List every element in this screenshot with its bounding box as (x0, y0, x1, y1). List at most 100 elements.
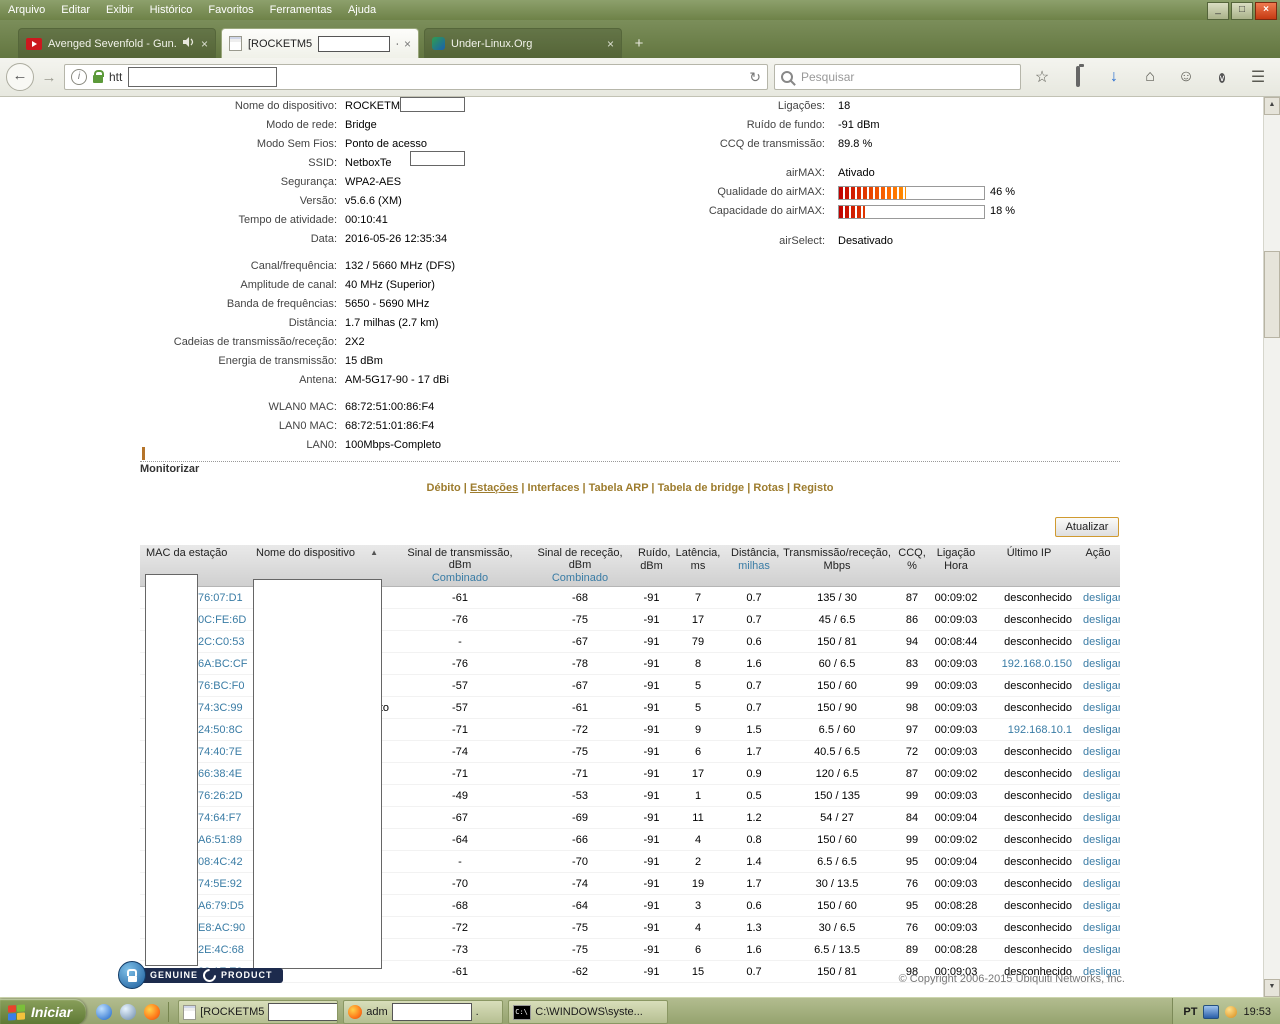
search-input[interactable] (799, 69, 1014, 85)
reload-icon[interactable]: ↻ (749, 69, 761, 86)
menu-item-histrico[interactable]: Histórico (142, 4, 201, 16)
downloads-icon[interactable]: ↓ (1099, 68, 1129, 86)
column-header[interactable]: LigaçãoHora (930, 545, 982, 587)
station-mac-link[interactable]: 24:50:8C (198, 724, 243, 736)
column-header[interactable]: Transmissão/receção,Mbps (780, 545, 894, 587)
tab-audio-icon[interactable] (182, 36, 195, 51)
new-tab-button[interactable]: + (627, 32, 651, 56)
language-indicator[interactable]: PT (1183, 1006, 1197, 1018)
monitor-link-registo[interactable]: Registo (793, 482, 833, 494)
disconnect-link[interactable]: desligar (1083, 702, 1120, 714)
menu-item-exibir[interactable]: Exibir (98, 4, 142, 16)
monitor-link-tabeladebridge[interactable]: Tabela de bridge (658, 482, 745, 494)
vertical-scrollbar[interactable]: ▲ ▼ (1263, 97, 1280, 997)
pocket-icon[interactable]: ∨ (1207, 68, 1237, 86)
column-header[interactable]: Distância,milhas (728, 545, 780, 587)
restore-button[interactable]: □ (1231, 2, 1253, 20)
station-mac-link[interactable]: 0C:FE:6D (198, 614, 246, 626)
quick-launch-orb-icon[interactable] (96, 1004, 112, 1020)
home-icon[interactable]: ⌂ (1135, 68, 1165, 86)
minimize-button[interactable]: _ (1207, 2, 1229, 20)
station-mac-link[interactable]: 2C:C0:53 (198, 636, 244, 648)
refresh-button[interactable]: Atualizar (1055, 517, 1119, 537)
station-mac-link[interactable]: 2E:4C:68 (198, 944, 244, 956)
station-mac-link[interactable]: 76:07:D1 (198, 592, 243, 604)
tray-display-icon[interactable] (1203, 1005, 1219, 1019)
tray-status-icon[interactable] (1225, 1006, 1237, 1018)
disconnect-link[interactable]: desligar (1083, 724, 1120, 736)
lock-icon[interactable] (93, 75, 103, 83)
scrollbar-thumb[interactable] (1264, 251, 1280, 338)
station-mac-link[interactable]: 08:4C:42 (198, 856, 243, 868)
station-mac-link[interactable]: 74:40:7E (198, 746, 242, 758)
quick-launch-firefox-icon[interactable] (144, 1004, 160, 1020)
tab-rocketm5-active[interactable]: [ROCKETM5 - Prin... × (221, 28, 419, 58)
bookmarks-menu-icon[interactable] (1063, 68, 1093, 86)
smiley-icon[interactable]: ☺ (1171, 68, 1201, 86)
disconnect-link[interactable]: desligar (1083, 900, 1120, 912)
tab-close-icon[interactable]: × (607, 37, 614, 51)
station-mac-link[interactable]: E8:AC:90 (198, 922, 245, 934)
taskbar-item-cmd[interactable]: C:\ C:\WINDOWS\syste... (508, 1000, 668, 1024)
column-header[interactable]: Último IP (982, 545, 1076, 587)
disconnect-link[interactable]: desligar (1083, 614, 1120, 626)
column-header[interactable]: Sinal de receção, dBmCombinado (525, 545, 635, 587)
tab-close-icon[interactable]: × (201, 37, 208, 51)
column-header[interactable]: Ruído,dBm (635, 545, 668, 587)
address-bar[interactable]: i htt ↻ (64, 64, 768, 90)
forward-button[interactable]: → (40, 69, 58, 86)
column-header[interactable]: Latência,ms (668, 545, 728, 587)
station-mac-link[interactable]: A6:51:89 (198, 834, 242, 846)
disconnect-link[interactable]: desligar (1083, 636, 1120, 648)
back-button[interactable]: ← (6, 63, 34, 91)
tab-youtube[interactable]: Avenged Sevenfold - Gun... × (18, 28, 216, 58)
disconnect-link[interactable]: desligar (1083, 812, 1120, 824)
disconnect-link[interactable]: desligar (1083, 790, 1120, 802)
scroll-up-button[interactable]: ▲ (1264, 97, 1280, 115)
tab-underlinux[interactable]: Under-Linux.Org × (424, 28, 622, 58)
taskbar-item-rocketm5[interactable]: [ROCKETM5 (178, 1000, 338, 1024)
station-mac-link[interactable]: 6A:BC:CF (198, 658, 248, 670)
bookmark-star-icon[interactable]: ☆ (1027, 67, 1057, 87)
disconnect-link[interactable]: desligar (1083, 878, 1120, 890)
column-header[interactable]: Ação (1076, 545, 1120, 587)
monitor-link-interfaces[interactable]: Interfaces (527, 482, 579, 494)
quick-launch-search-icon[interactable] (120, 1004, 136, 1020)
disconnect-link[interactable]: desligar (1083, 680, 1120, 692)
monitor-link-tabelaarp[interactable]: Tabela ARP (589, 482, 649, 494)
station-mac-link[interactable]: 76:26:2D (198, 790, 243, 802)
column-header[interactable]: Sinal de transmissão, dBmCombinado (395, 545, 525, 587)
scroll-down-button[interactable]: ▼ (1264, 979, 1280, 997)
menu-item-editar[interactable]: Editar (53, 4, 98, 16)
station-mac-link[interactable]: 74:3C:99 (198, 702, 243, 714)
disconnect-link[interactable]: desligar (1083, 768, 1120, 780)
station-mac-link[interactable]: 76:BC:F0 (198, 680, 244, 692)
menu-item-arquivo[interactable]: Arquivo (0, 4, 53, 16)
menu-item-ferramentas[interactable]: Ferramentas (262, 4, 340, 16)
search-bar[interactable] (774, 64, 1021, 90)
station-mac-link[interactable]: 74:5E:92 (198, 878, 242, 890)
site-info-icon[interactable]: i (71, 69, 87, 85)
menu-item-ajuda[interactable]: Ajuda (340, 4, 384, 16)
close-button[interactable]: × (1255, 2, 1277, 20)
disconnect-link[interactable]: desligar (1083, 922, 1120, 934)
disconnect-link[interactable]: desligar (1083, 658, 1120, 670)
menu-item-favoritos[interactable]: Favoritos (200, 4, 261, 16)
disconnect-link[interactable]: desligar (1083, 834, 1120, 846)
taskbar-item-adm[interactable]: adm . (343, 1000, 503, 1024)
disconnect-link[interactable]: desligar (1083, 944, 1120, 956)
monitor-link-dbito[interactable]: Débito (427, 482, 461, 494)
column-header[interactable]: CCQ,% (894, 545, 930, 587)
tab-close-icon[interactable]: × (404, 37, 411, 51)
station-ip-link[interactable]: 192.168.10.1 (1008, 724, 1072, 736)
disconnect-link[interactable]: desligar (1083, 592, 1120, 604)
hamburger-menu-icon[interactable]: ☰ (1243, 67, 1273, 87)
monitor-link-rotas[interactable]: Rotas (753, 482, 784, 494)
disconnect-link[interactable]: desligar (1083, 856, 1120, 868)
disconnect-link[interactable]: desligar (1083, 746, 1120, 758)
station-mac-link[interactable]: 66:38:4E (198, 768, 242, 780)
start-button[interactable]: Iniciar (0, 999, 86, 1024)
station-mac-link[interactable]: 74:64:F7 (198, 812, 241, 824)
station-mac-link[interactable]: A6:79:D5 (198, 900, 244, 912)
station-ip-link[interactable]: 192.168.0.150 (1002, 658, 1072, 670)
